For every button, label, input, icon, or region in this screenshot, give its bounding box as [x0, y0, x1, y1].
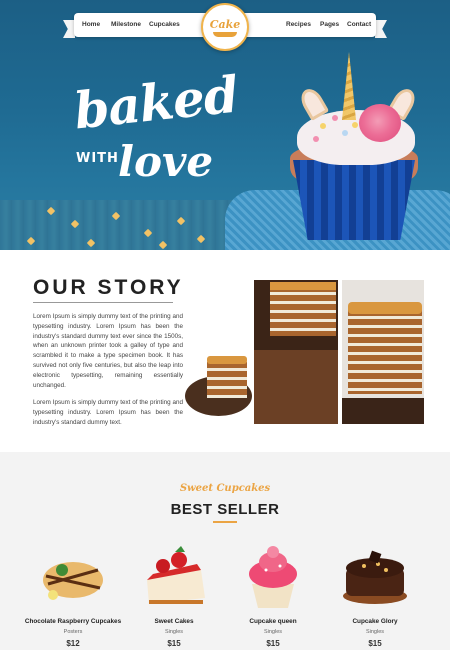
plate — [342, 398, 424, 424]
product-card[interactable]: Chocolate Raspberry Cupcakes Posters $12 — [18, 540, 128, 650]
product-price: $15 — [167, 639, 181, 648]
nav-link-milestone[interactable]: Milestone — [111, 13, 141, 37]
cupcake-wrapper — [293, 160, 415, 240]
product-name[interactable]: Sweet Cakes — [119, 618, 229, 625]
product-name[interactable]: Cupcake queen — [218, 618, 328, 625]
bead — [313, 136, 319, 142]
cinnamon-sticks — [254, 350, 338, 424]
best-seller-divider — [213, 521, 237, 523]
cake-layers — [270, 286, 336, 336]
story-photo-cake-slice — [254, 280, 338, 424]
nav-link-home[interactable]: Home — [82, 13, 100, 37]
hero-title-baked: baked — [71, 64, 241, 141]
bead — [332, 115, 338, 121]
hero-title-love: love — [118, 137, 214, 186]
cake-layers — [348, 310, 422, 394]
product-category: Singles — [164, 629, 184, 635]
product-card[interactable]: Cupcake Glory Singles $15 — [320, 540, 430, 650]
crepe-image[interactable] — [38, 540, 108, 610]
product-name[interactable]: Cupcake Glory — [320, 618, 430, 625]
cake-topping — [270, 282, 336, 290]
product-price: $15 — [266, 639, 280, 648]
product-name[interactable]: Chocolate Raspberry Cupcakes — [18, 618, 128, 625]
story-photo-cake-closeup — [342, 280, 424, 424]
logo-cupcake-icon — [213, 31, 237, 37]
product-card[interactable]: Cupcake queen Singles $15 — [218, 540, 328, 650]
product-card[interactable]: Sweet Cakes Singles $15 — [119, 540, 229, 650]
best-seller-subtitle: Sweet Cupcakes — [179, 483, 271, 494]
nav-link-pages[interactable]: Pages — [320, 13, 339, 37]
logo-text: Cake — [209, 17, 241, 31]
story-title: OUR STORY — [33, 276, 184, 299]
best-seller-title: BEST SELLER — [170, 501, 280, 518]
site-logo[interactable]: Cake — [201, 3, 249, 51]
product-category: Singles — [263, 629, 283, 635]
story-cake-topping — [207, 356, 247, 364]
nav-link-cupcakes[interactable]: Cupcakes — [149, 13, 180, 37]
strawberry-cheesecake-image[interactable] — [139, 540, 209, 610]
story-paragraph-1: Lorem Ipsum is simply dummy text of the … — [33, 313, 183, 389]
pink-cupcake-image[interactable] — [238, 540, 308, 610]
story-cake-slice — [207, 362, 247, 398]
cake-topping — [348, 302, 422, 314]
product-price: $15 — [368, 639, 382, 648]
hero-title-with: WITH — [76, 151, 119, 166]
story-divider — [33, 302, 173, 303]
bead — [352, 122, 358, 128]
nav-link-recipes[interactable]: Recipes — [286, 13, 311, 37]
nav-link-contact[interactable]: Contact — [347, 13, 371, 37]
bead — [342, 130, 348, 136]
chocolate-cake-image[interactable] — [340, 540, 410, 610]
product-price: $12 — [66, 639, 80, 648]
bead — [320, 123, 326, 129]
product-category: Posters — [63, 629, 83, 635]
unicorn-horn — [342, 52, 356, 120]
product-category: Singles — [365, 629, 385, 635]
story-paragraph-2: Lorem Ipsum is simply dummy text of the … — [33, 399, 183, 426]
sugar-rose — [359, 104, 401, 142]
